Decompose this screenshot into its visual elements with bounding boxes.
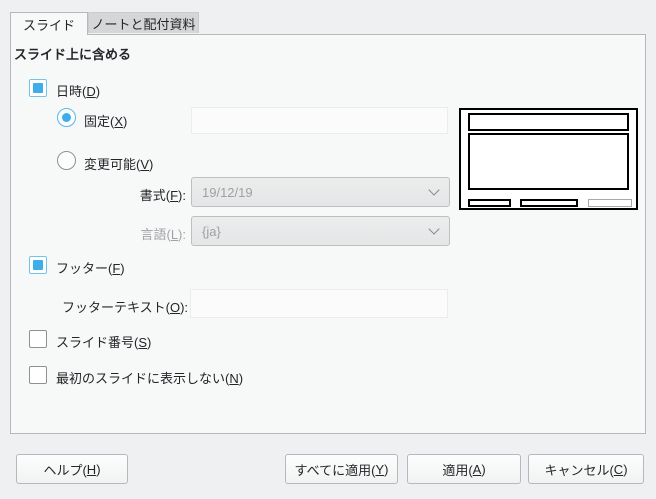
format-dropdown[interactable]: 19/12/19 (191, 177, 450, 207)
header-footer-dialog: スライド ノートと配付資料 スライド上に含める 日時(D) 固定(X) 変更可能… (0, 0, 656, 499)
apply-button[interactable]: 適用(A) (407, 454, 521, 484)
preview-content-area (468, 133, 629, 190)
footer-checkbox[interactable] (29, 256, 47, 274)
not-first-slide-label: 最初のスライドに表示しない(N) (56, 371, 244, 386)
cancel-button[interactable]: キャンセル(C) (528, 454, 644, 484)
language-value: {ja} (202, 223, 221, 239)
preview-slidenumber-area (588, 199, 632, 207)
help-button[interactable]: ヘルプ(H) (16, 454, 128, 484)
slide-number-label: スライド番号(S) (56, 335, 152, 350)
chevron-down-icon (428, 223, 440, 235)
not-first-slide-checkbox[interactable] (29, 366, 47, 384)
fixed-date-input[interactable] (191, 107, 448, 134)
slide-number-checkbox[interactable] (29, 330, 47, 348)
footer-label: フッター(F) (56, 261, 125, 276)
footer-text-input[interactable] (190, 289, 448, 318)
apply-all-button[interactable]: すべてに適用(Y) (285, 454, 398, 484)
fixed-label: 固定(X) (84, 114, 128, 129)
preview-footer-area (520, 199, 578, 207)
slide-preview (459, 108, 638, 210)
chevron-down-icon (428, 184, 440, 196)
preview-title-area (468, 113, 629, 131)
preview-date-area (468, 199, 511, 207)
format-value: 19/12/19 (202, 184, 253, 200)
tab-notes-handouts[interactable]: ノートと配付資料 (88, 12, 199, 33)
format-label: 書式(F): (139, 188, 186, 203)
datetime-label: 日時(D) (56, 84, 101, 99)
section-title: スライド上に含める (14, 47, 132, 62)
footer-text-label: フッターテキスト(O): (62, 300, 189, 315)
tab-slide[interactable]: スライド (10, 12, 88, 35)
language-label: 言語(L): (140, 227, 186, 242)
language-dropdown[interactable]: {ja} (191, 216, 450, 246)
variable-label: 変更可能(V) (84, 157, 154, 172)
datetime-checkbox[interactable] (29, 79, 47, 97)
variable-radio[interactable] (57, 151, 76, 170)
fixed-radio[interactable] (57, 108, 76, 127)
